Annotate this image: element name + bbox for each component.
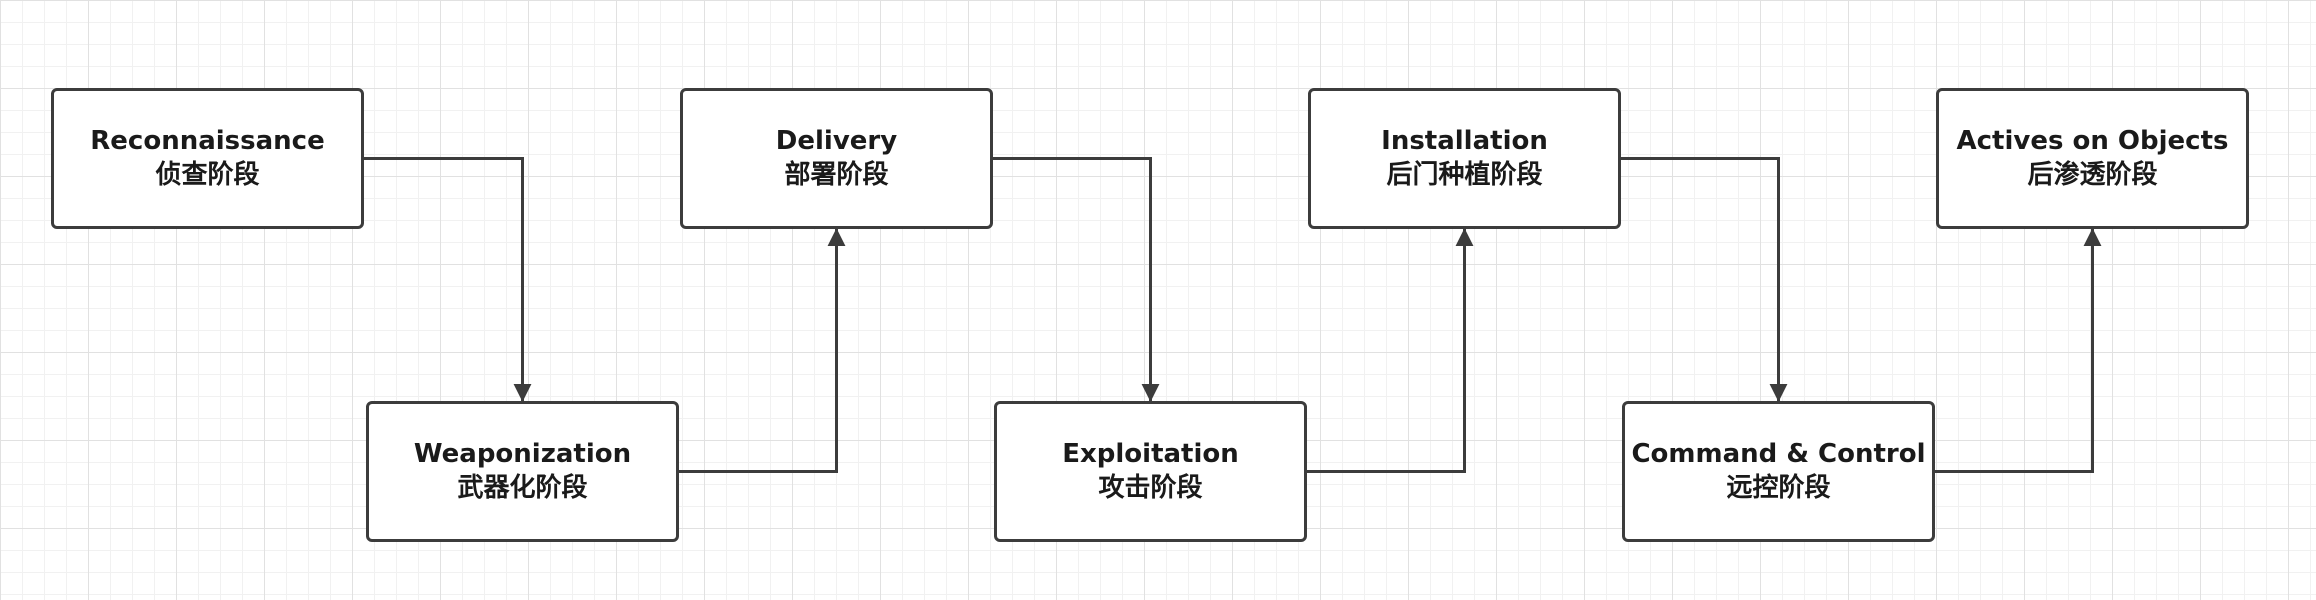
connector-exploit-to-install: [1307, 228, 1474, 473]
connector-c2-to-actions: [1935, 228, 2102, 473]
node-installation-subtitle: 后门种植阶段: [1386, 159, 1543, 190]
node-exploitation-title: Exploitation: [1062, 439, 1239, 470]
node-exploitation[interactable]: Exploitation 攻击阶段: [994, 401, 1307, 542]
node-command-and-control[interactable]: Command & Control 远控阶段: [1622, 401, 1935, 542]
node-installation-title: Installation: [1381, 126, 1548, 157]
node-delivery-subtitle: 部署阶段: [784, 159, 889, 190]
node-command-and-control-subtitle: 远控阶段: [1726, 472, 1831, 503]
connector-weapon-to-delivery: [679, 228, 846, 473]
node-weaponization-title: Weaponization: [413, 439, 632, 470]
diagram-canvas: Reconnaissance 侦查阶段 Weaponization 武器化阶段 …: [0, 0, 2316, 600]
node-reconnaissance-title: Reconnaissance: [90, 126, 325, 157]
node-actions-on-objects-subtitle: 后渗透阶段: [2027, 159, 2158, 190]
node-weaponization-subtitle: 武器化阶段: [457, 472, 588, 503]
node-delivery[interactable]: Delivery 部署阶段: [680, 88, 993, 229]
node-installation[interactable]: Installation 后门种植阶段: [1308, 88, 1621, 229]
node-delivery-title: Delivery: [775, 126, 898, 157]
node-command-and-control-title: Command & Control: [1631, 439, 1926, 470]
node-actions-on-objects[interactable]: Actives on Objects 后渗透阶段: [1936, 88, 2249, 229]
connector-install-to-c2: [1621, 157, 1788, 402]
connector-recon-to-weapon: [364, 157, 532, 402]
node-reconnaissance[interactable]: Reconnaissance 侦查阶段: [51, 88, 364, 229]
node-reconnaissance-subtitle: 侦查阶段: [155, 159, 260, 190]
node-weaponization[interactable]: Weaponization 武器化阶段: [366, 401, 679, 542]
node-exploitation-subtitle: 攻击阶段: [1098, 472, 1203, 503]
connector-delivery-to-exploit: [993, 157, 1160, 402]
node-actions-on-objects-title: Actives on Objects: [1956, 126, 2229, 157]
